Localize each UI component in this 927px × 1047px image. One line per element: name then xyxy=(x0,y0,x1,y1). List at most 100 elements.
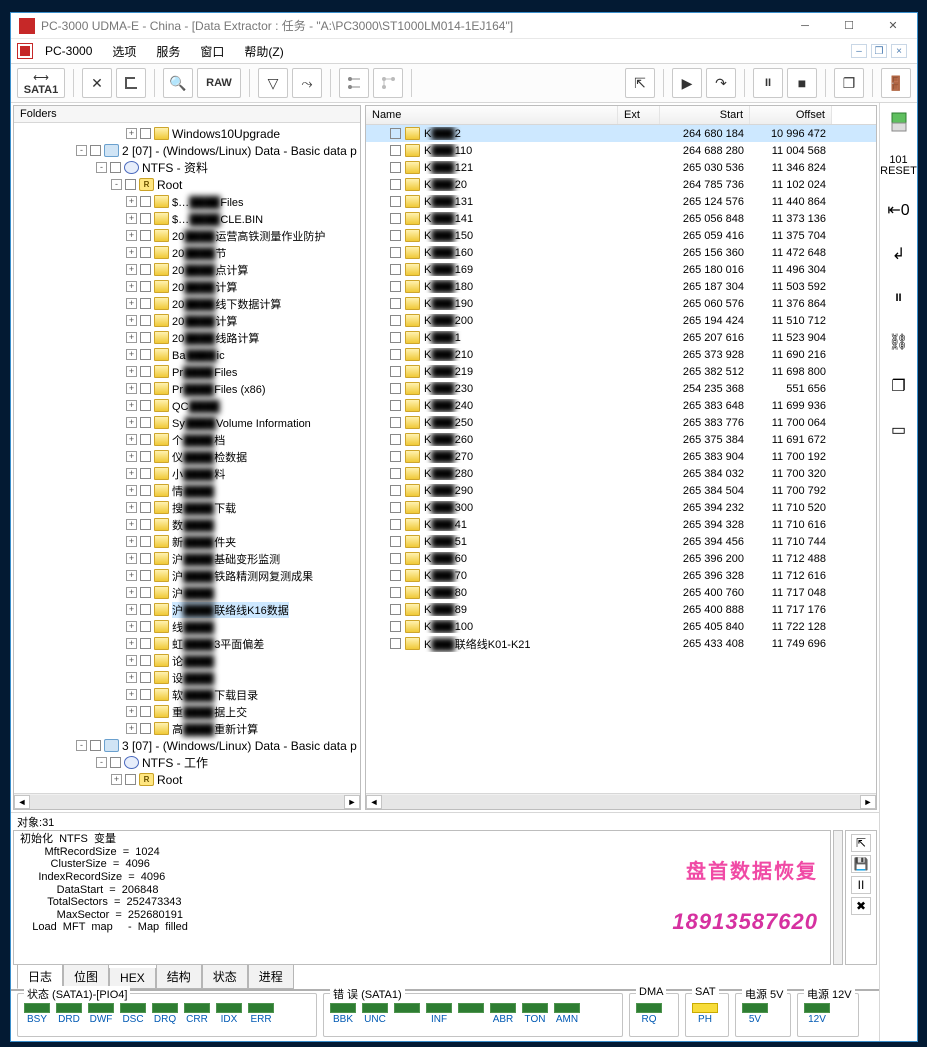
list-row[interactable]: K███150265 059 41611 375 704 xyxy=(366,227,876,244)
tree-row[interactable]: +$…████Files xyxy=(16,193,360,210)
row-checkbox[interactable] xyxy=(390,179,401,190)
mdi-restore-button[interactable]: ❐ xyxy=(871,44,887,58)
row-checkbox[interactable] xyxy=(390,468,401,479)
list-row[interactable]: K███51265 394 45611 710 744 xyxy=(366,533,876,550)
expand-icon[interactable]: + xyxy=(126,247,137,258)
list-row[interactable]: K███41265 394 32811 710 616 xyxy=(366,516,876,533)
tree-row[interactable]: -2 [07] - (Windows/Linux) Data - Basic d… xyxy=(16,142,360,159)
row-checkbox[interactable] xyxy=(390,366,401,377)
copy-button[interactable]: ❐ xyxy=(834,68,864,98)
tab-struct[interactable]: 结构 xyxy=(156,965,202,989)
expand-icon[interactable]: - xyxy=(111,179,122,190)
row-checkbox[interactable] xyxy=(390,162,401,173)
expand-icon[interactable]: + xyxy=(126,264,137,275)
tree-checkbox[interactable] xyxy=(140,451,151,462)
list-row[interactable]: K███20264 785 73611 102 024 xyxy=(366,176,876,193)
expand-icon[interactable]: + xyxy=(126,383,137,394)
tree-checkbox[interactable] xyxy=(140,536,151,547)
row-checkbox[interactable] xyxy=(390,417,401,428)
expand-icon[interactable]: + xyxy=(126,587,137,598)
maximize-button[interactable]: ☐ xyxy=(827,13,871,39)
tree-row[interactable]: +虹████3平面偏差 xyxy=(16,635,360,652)
tools-button[interactable]: ✕ xyxy=(82,68,112,98)
list-row[interactable]: K███290265 384 50411 700 792 xyxy=(366,482,876,499)
step-button[interactable]: ↷ xyxy=(706,68,736,98)
row-checkbox[interactable] xyxy=(390,281,401,292)
tree-checkbox[interactable] xyxy=(140,621,151,632)
expand-icon[interactable]: + xyxy=(126,638,137,649)
expand-icon[interactable]: + xyxy=(126,213,137,224)
tree-row[interactable]: +RRoot xyxy=(16,771,360,788)
tree-checkbox[interactable] xyxy=(140,434,151,445)
tree-row[interactable]: +20████运营高铁测量作业防护 xyxy=(16,227,360,244)
col-offset[interactable]: Offset xyxy=(750,106,832,124)
row-checkbox[interactable] xyxy=(390,451,401,462)
list-row[interactable]: K███121265 030 53611 346 824 xyxy=(366,159,876,176)
list-row[interactable]: K███110264 688 28011 004 568 xyxy=(366,142,876,159)
tree-checkbox[interactable] xyxy=(110,162,121,173)
tree-row[interactable]: +Ba████ic xyxy=(16,346,360,363)
tree-checkbox[interactable] xyxy=(140,315,151,326)
tree-row[interactable]: +20████计算 xyxy=(16,278,360,295)
tree-row[interactable]: +搜████下载 xyxy=(16,499,360,516)
tree-checkbox[interactable] xyxy=(125,179,136,190)
expand-icon[interactable]: + xyxy=(126,128,137,139)
tree-row[interactable]: +Pr████Files (x86) xyxy=(16,380,360,397)
tree-checkbox[interactable] xyxy=(140,196,151,207)
tree-checkbox[interactable] xyxy=(140,281,151,292)
expand-icon[interactable]: + xyxy=(126,400,137,411)
row-checkbox[interactable] xyxy=(390,264,401,275)
row-checkbox[interactable] xyxy=(390,128,401,139)
expand-icon[interactable]: + xyxy=(126,570,137,581)
tree-row[interactable]: +设████ xyxy=(16,669,360,686)
expand-icon[interactable]: + xyxy=(126,672,137,683)
chip-button[interactable]: ▭ xyxy=(886,417,912,443)
row-checkbox[interactable] xyxy=(390,604,401,615)
stack-button[interactable]: ❐ xyxy=(886,373,912,399)
tree-row[interactable]: +仪████检数据 xyxy=(16,448,360,465)
expand-icon[interactable]: + xyxy=(126,536,137,547)
expand-icon[interactable]: + xyxy=(126,417,137,428)
raw-button[interactable]: RAW xyxy=(197,68,241,98)
tree-row[interactable]: +沪████ xyxy=(16,584,360,601)
expand-icon[interactable]: + xyxy=(126,723,137,734)
tree-checkbox[interactable] xyxy=(140,587,151,598)
tree-checkbox[interactable] xyxy=(90,145,101,156)
list-row[interactable]: K███260265 375 38411 691 672 xyxy=(366,431,876,448)
tree-checkbox[interactable] xyxy=(140,400,151,411)
expand-icon[interactable]: + xyxy=(126,434,137,445)
list-hscroll[interactable]: ◄► xyxy=(366,793,876,809)
log-export-button[interactable]: ⇱ xyxy=(851,834,871,852)
expand-icon[interactable]: + xyxy=(126,315,137,326)
expand-icon[interactable]: + xyxy=(126,298,137,309)
tree-row[interactable]: +新████件夹 xyxy=(16,533,360,550)
reset-button[interactable]: 101RESET xyxy=(886,153,912,179)
tree-row[interactable]: +20████节 xyxy=(16,244,360,261)
tree-checkbox[interactable] xyxy=(90,740,101,751)
list-row[interactable]: K███131265 124 57611 440 864 xyxy=(366,193,876,210)
list-row[interactable]: K███210265 373 92811 690 216 xyxy=(366,346,876,363)
port-button[interactable]: ⟷SATA1 xyxy=(17,68,65,98)
expand-icon[interactable]: + xyxy=(126,485,137,496)
tree-checkbox[interactable] xyxy=(140,349,151,360)
tree-row[interactable]: -NTFS - 资料 xyxy=(16,159,360,176)
tree-checkbox[interactable] xyxy=(140,553,151,564)
tree-hscroll[interactable]: ◄► xyxy=(14,793,360,809)
list-row[interactable]: K███联络线K01-K21265 433 40811 749 696 xyxy=(366,635,876,652)
expand-icon[interactable]: + xyxy=(126,502,137,513)
menu-service[interactable]: 服务 xyxy=(148,41,188,62)
list-row[interactable]: K███300265 394 23211 710 520 xyxy=(366,499,876,516)
log-scrollbar[interactable] xyxy=(833,830,843,965)
col-ext[interactable]: Ext xyxy=(618,106,660,124)
tree-row[interactable]: +Windows10Upgrade xyxy=(16,125,360,142)
tree1-button[interactable] xyxy=(339,68,369,98)
app-menu-icon[interactable] xyxy=(17,43,33,59)
tree-checkbox[interactable] xyxy=(140,689,151,700)
tree-row[interactable]: +$…████CLE.BIN xyxy=(16,210,360,227)
expand-icon[interactable]: - xyxy=(76,740,87,751)
tree-checkbox[interactable] xyxy=(140,383,151,394)
pause-button[interactable]: II xyxy=(753,68,783,98)
seek0-button[interactable]: ⇤0 xyxy=(886,197,912,223)
row-checkbox[interactable] xyxy=(390,332,401,343)
list-row[interactable]: K███190265 060 57611 376 864 xyxy=(366,295,876,312)
